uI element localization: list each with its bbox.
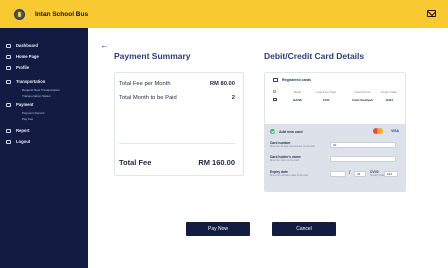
sidebar-item-label: Profile <box>16 65 30 70</box>
summary-row-fee-per-month: Total Fee per Month RM 80.00 <box>119 81 235 87</box>
card-holder-hint: Enter the name on the card <box>270 159 299 162</box>
summary-label: Total Month to be Paid <box>119 95 177 101</box>
logout-icon <box>6 139 11 144</box>
bank-cell: BANK <box>293 98 302 102</box>
visa-icon: VISA <box>391 129 399 133</box>
app-name: Intan School Bus <box>35 10 89 18</box>
bus-icon <box>6 79 11 84</box>
sidebar-item-label: Dashboard <box>16 43 38 48</box>
expiry-month-input[interactable] <box>330 171 346 177</box>
sidebar-item-logout[interactable]: Logout <box>0 136 88 147</box>
sidebar-item-transportation[interactable]: Transportation <box>0 76 88 87</box>
pay-now-button[interactable]: Pay Now <box>186 222 250 236</box>
table-row[interactable]: BANK 1234 Fatin Sudliyah 12/34 <box>273 96 397 104</box>
summary-row-months: Total Month to be Paid 2 <box>119 95 235 101</box>
column-header: Bank <box>294 90 302 94</box>
sidebar-item-label: Payment <box>16 102 34 107</box>
credit-card-icon <box>273 78 278 82</box>
card-number-hint: Enter the 16-digit card number on the ca… <box>270 145 315 148</box>
summary-label: Total Fee per Month <box>119 81 171 87</box>
card-number-input[interactable]: 00 <box>330 142 396 148</box>
expiry-cell: 12/34 <box>385 98 393 102</box>
top-bar: Intan School Bus <box>0 0 448 28</box>
summary-value: RM 80.00 <box>209 81 235 87</box>
summary-total-row: Total Fee RM 160.00 <box>119 158 235 167</box>
card-row-icon <box>273 98 277 101</box>
registered-cards-table: Bank Last Four Digit Card Owner Expiry D… <box>273 88 397 104</box>
cvv-hint: Security code <box>370 174 385 177</box>
brand[interactable]: Intan School Bus <box>14 8 89 20</box>
sidebar-item-report[interactable]: Report <box>0 125 88 136</box>
column-header: Card Owner <box>354 90 371 94</box>
school-bus-logo-icon <box>14 8 25 20</box>
home-icon <box>6 54 11 59</box>
expiry-separator: / <box>349 170 351 176</box>
mail-icon[interactable] <box>427 10 436 17</box>
summary-divider <box>119 143 235 144</box>
add-new-card-panel: Add new card VISA Card number Enter the … <box>264 124 406 192</box>
select-all-checkbox[interactable] <box>273 90 276 93</box>
sidebar-item-profile[interactable]: Profile <box>0 62 88 73</box>
sidebar-item-payment[interactable]: Payment <box>0 99 88 110</box>
dashboard-icon <box>6 43 11 48</box>
payment-summary-title: Payment Summary <box>114 51 191 61</box>
report-icon <box>6 128 11 133</box>
expiry-year-input[interactable]: 22 <box>354 171 366 177</box>
card-holder-input[interactable] <box>330 156 396 162</box>
registered-cards-heading: Registered cards <box>282 78 312 82</box>
sidebar-item-label: Report <box>16 128 30 133</box>
wallet-icon <box>6 102 11 107</box>
sidebar-item-label: Home Page <box>16 54 39 59</box>
payment-summary-card: Total Fee per Month RM 80.00 Total Month… <box>114 72 244 176</box>
cvv-input[interactable]: 012 <box>384 171 398 177</box>
sidebar: Dashboard Home Page Profile Transportati… <box>0 28 88 268</box>
sidebar-item-dashboard[interactable]: Dashboard <box>0 40 88 51</box>
cancel-button[interactable]: Cancel <box>272 222 336 236</box>
back-arrow-icon[interactable]: ← <box>100 40 109 50</box>
table-header-row: Bank Last Four Digit Card Owner Expiry D… <box>273 88 397 96</box>
last4-cell: 1234 <box>322 98 330 102</box>
add-new-card-heading: Add new card <box>279 129 303 134</box>
registered-cards-header: Registered cards <box>273 78 311 82</box>
add-new-card-header[interactable]: Add new card <box>270 129 303 134</box>
expiry-date-hint: Enter the expiration date of the card <box>270 174 309 177</box>
sidebar-item-label: Logout <box>16 139 31 144</box>
sidebar-item-label: Transportation <box>16 79 46 84</box>
user-icon <box>6 65 11 70</box>
owner-cell: Fatin Sudliyah <box>352 98 373 102</box>
sidebar-item-home[interactable]: Home Page <box>0 51 88 62</box>
total-value: RM 160.00 <box>198 158 235 167</box>
column-header: Last Four Digit <box>316 90 336 94</box>
card-details-title: Debit/Credit Card Details <box>264 51 365 61</box>
main-content: ← Payment Summary Debit/Credit Card Deta… <box>88 28 448 268</box>
total-label: Total Fee <box>119 158 152 167</box>
check-circle-icon <box>270 129 275 134</box>
column-header: Expiry Date <box>381 90 397 94</box>
summary-value: 2 <box>231 95 235 101</box>
mastercard-icon <box>373 128 383 134</box>
